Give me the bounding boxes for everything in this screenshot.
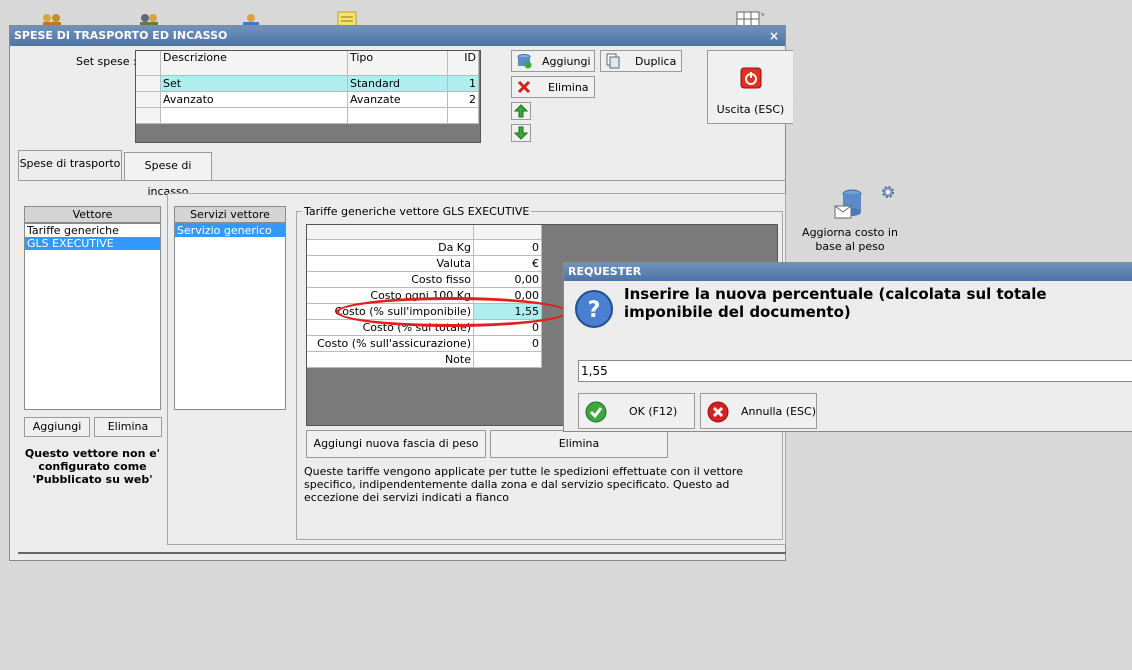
aggiorna-costo-shortcut[interactable]: Aggiorna costo in base al peso [800, 184, 900, 260]
database-mail-icon [832, 188, 866, 225]
tariffe-info: Queste tariffe vengono applicate per tut… [304, 465, 743, 504]
aggiungi-button[interactable]: Aggiungi [511, 50, 595, 72]
cell-tipo: Standard [347, 75, 448, 92]
set-spese-grid[interactable]: Descrizione Tipo ID Set Standard 1 Avanz… [135, 50, 481, 143]
requester-question: Inserire la nuova percentuale (calcolata… [624, 285, 1047, 321]
cell-descrizione: Set [160, 75, 348, 92]
check-icon [585, 401, 607, 426]
question-icon: ? [574, 289, 614, 332]
table-row[interactable]: Costo (% sull'assicurazione) 0 [307, 335, 542, 352]
table-row[interactable]: Note [307, 351, 542, 368]
highlight-oval [336, 297, 568, 327]
window-titlebar: SPESE DI TRASPORTO ED INCASSO × [10, 26, 785, 46]
requester-input[interactable] [578, 360, 1132, 382]
col-id[interactable]: ID [447, 51, 479, 76]
table-row[interactable]: Avanzato Avanzate 2 [136, 91, 479, 108]
cell-tipo: Avanzate [347, 91, 448, 108]
vettore-header: Vettore [24, 206, 161, 223]
delete-icon [516, 79, 532, 98]
uscita-button[interactable]: Uscita (ESC) [707, 50, 793, 124]
cell-id: 2 [447, 91, 479, 108]
power-icon [740, 67, 762, 92]
add-db-icon [516, 53, 532, 72]
vettore-aggiungi-button[interactable]: Aggiungi [24, 417, 90, 437]
col-descrizione[interactable]: Descrizione [160, 51, 348, 76]
table-row[interactable]: Valuta € [307, 255, 542, 272]
arrow-up-icon [513, 104, 529, 121]
table-row[interactable]: Costo fisso 0,00 [307, 271, 542, 288]
table-row[interactable]: Set Standard 1 [136, 75, 479, 92]
gear-icon [880, 184, 896, 203]
tab-spese-incasso[interactable]: Spese di incasso [124, 152, 212, 198]
aggiorna-costo-label: Aggiorna costo in base al peso [802, 226, 898, 253]
table-row[interactable]: Da Kg 0 [307, 239, 542, 256]
arrow-down-icon [513, 126, 529, 143]
vettore-list[interactable]: Tariffe generiche GLS EXECUTIVE [24, 223, 161, 410]
copy-icon [605, 53, 621, 72]
list-item[interactable]: GLS EXECUTIVE [25, 237, 160, 250]
duplica-button[interactable]: Duplica [600, 50, 682, 72]
elimina-button[interactable]: Elimina [511, 76, 595, 98]
move-up-button[interactable] [511, 102, 531, 120]
vettore-elimina-button[interactable]: Elimina [94, 417, 162, 437]
tab-spese-trasporto[interactable]: Spese di trasporto [18, 150, 122, 180]
requester-dialog: REQUESTER ? Inserire la nuova percentual… [563, 262, 1132, 432]
set-spese-label: Set spese : [76, 55, 137, 68]
move-down-button[interactable] [511, 124, 531, 142]
svg-text:?: ? [588, 298, 601, 323]
cancel-icon [707, 401, 729, 426]
col-tipo[interactable]: Tipo [347, 51, 448, 76]
annulla-button[interactable]: Annulla (ESC) [700, 393, 817, 429]
servizi-header: Servizi vettore [174, 206, 286, 223]
requester-title: REQUESTER [568, 265, 642, 278]
list-item[interactable]: Tariffe generiche [25, 224, 160, 237]
list-item[interactable]: Servizio generico [175, 224, 285, 237]
tariffe-legend: Tariffe generiche vettore GLS EXECUTIVE [302, 205, 532, 218]
servizi-list[interactable]: Servizio generico [174, 223, 286, 410]
cell-descrizione: Avanzato [160, 91, 348, 108]
window-title: SPESE DI TRASPORTO ED INCASSO [14, 29, 228, 42]
cell-id: 1 [447, 75, 479, 92]
aggiungi-fascia-button[interactable]: Aggiungi nuova fascia di peso [306, 430, 486, 458]
table-row[interactable] [136, 107, 479, 124]
close-button[interactable]: × [769, 26, 779, 46]
ok-button[interactable]: OK (F12) [578, 393, 695, 429]
vettore-note: Questo vettore non e' configurato come '… [24, 447, 161, 486]
requester-titlebar: REQUESTER [564, 263, 1132, 281]
tariffe-elimina-button[interactable]: Elimina [490, 430, 668, 458]
